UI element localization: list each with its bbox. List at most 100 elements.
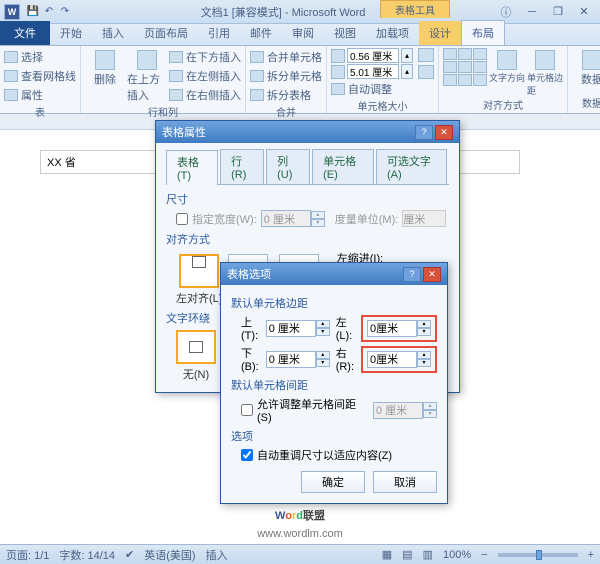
distribute-cols-icon[interactable] bbox=[418, 65, 434, 79]
group-label-merge: 合并 bbox=[250, 104, 322, 120]
options-label: 选项 bbox=[231, 428, 437, 444]
close-icon[interactable]: ✕ bbox=[572, 5, 596, 19]
save-icon[interactable]: 💾 bbox=[26, 5, 40, 19]
dialog-titlebar[interactable]: 表格选项 ? ✕ bbox=[221, 263, 447, 285]
right-input[interactable] bbox=[367, 351, 417, 368]
align-label: 对齐方式 bbox=[166, 231, 449, 247]
measure-label: 度量单位(M): bbox=[335, 211, 399, 227]
merge-cells-button[interactable]: 合并单元格 bbox=[250, 48, 322, 66]
view-web-icon[interactable]: ▥ bbox=[423, 548, 433, 561]
window-controls: ⓘ ─ ❐ ✕ bbox=[494, 5, 596, 19]
ribbon-group-data: 数据 数据 bbox=[568, 46, 600, 113]
margins-grid: 上(T): ▴▾ 左(L): ▴▾ 下(B): ▴▾ 右(R): ▴▾ bbox=[241, 314, 437, 373]
zoom-slider[interactable] bbox=[498, 553, 578, 557]
watermark: Word联盟 www.wordlm.com bbox=[0, 506, 600, 542]
bottom-input[interactable] bbox=[266, 351, 316, 368]
insert-below-button[interactable]: 在下方插入 bbox=[169, 48, 241, 66]
row-height-field[interactable]: ▴ bbox=[331, 48, 413, 63]
wrap-none-option[interactable]: 无(N) bbox=[176, 330, 216, 382]
delete-button[interactable]: 删除 bbox=[85, 48, 125, 87]
width-icon bbox=[331, 65, 345, 79]
tab-references[interactable]: 引用 bbox=[198, 21, 240, 45]
top-input[interactable] bbox=[266, 320, 316, 337]
tab-home[interactable]: 开始 bbox=[50, 21, 92, 45]
split-table-button[interactable]: 拆分表格 bbox=[250, 86, 322, 104]
zoom-out-icon[interactable]: − bbox=[481, 549, 487, 561]
ribbon-help-icon[interactable]: ⓘ bbox=[494, 5, 518, 19]
align-grid[interactable] bbox=[443, 48, 487, 86]
align-tl-icon[interactable] bbox=[443, 48, 457, 60]
file-tab[interactable]: 文件 bbox=[0, 21, 50, 45]
view-read-icon[interactable]: ▤ bbox=[402, 548, 412, 561]
language-status[interactable]: 英语(美国) bbox=[144, 547, 195, 563]
autoresize-checkbox[interactable] bbox=[241, 449, 253, 461]
tab-insert[interactable]: 插入 bbox=[92, 21, 134, 45]
help-icon[interactable]: ? bbox=[415, 125, 433, 140]
properties-button[interactable]: 属性 bbox=[4, 86, 76, 104]
tab-alttext[interactable]: 可选文字(A) bbox=[376, 149, 447, 184]
cancel-button[interactable]: 取消 bbox=[373, 471, 437, 493]
pref-width-row: 指定宽度(W): ▴▾ 度量单位(M): bbox=[176, 210, 449, 227]
col-width-field[interactable]: ▴ bbox=[331, 64, 413, 79]
close-icon[interactable]: ✕ bbox=[423, 267, 441, 282]
zoom-in-icon[interactable]: + bbox=[588, 549, 594, 561]
ribbon-group-cellsize: ▴ ▴ 自动调整 单元格大小 bbox=[327, 46, 439, 113]
tab-col[interactable]: 列(U) bbox=[266, 149, 310, 184]
group-label-align: 对齐方式 bbox=[443, 97, 563, 113]
merge-icon bbox=[250, 51, 264, 63]
group-label-table: 表 bbox=[4, 104, 76, 120]
margins-icon bbox=[535, 50, 555, 70]
split-cells-button[interactable]: 拆分单元格 bbox=[250, 67, 322, 85]
help-icon[interactable]: ? bbox=[403, 267, 421, 282]
spinner-icon[interactable]: ▴ bbox=[401, 48, 413, 63]
close-icon[interactable]: ✕ bbox=[435, 125, 453, 140]
left-input[interactable] bbox=[367, 320, 417, 337]
view-print-icon[interactable]: ▦ bbox=[382, 548, 392, 561]
insert-right-button[interactable]: 在右侧插入 bbox=[169, 86, 241, 104]
restore-icon[interactable]: ❐ bbox=[546, 5, 570, 19]
insert-left-button[interactable]: 在左侧插入 bbox=[169, 67, 241, 85]
view-gridlines-button[interactable]: 查看网格线 bbox=[4, 67, 76, 85]
ok-button[interactable]: 确定 bbox=[301, 471, 365, 493]
data-button[interactable]: 数据 bbox=[572, 48, 600, 87]
ribbon-tabs: 文件 开始 插入 页面布局 引用 邮件 审阅 视图 加载项 设计 布局 bbox=[0, 24, 600, 46]
tab-table[interactable]: 表格(T) bbox=[166, 150, 218, 185]
tab-layout[interactable]: 布局 bbox=[461, 20, 505, 45]
select-button[interactable]: 选择 bbox=[4, 48, 76, 66]
table-options-dialog: 表格选项 ? ✕ 默认单元格边距 上(T): ▴▾ 左(L): ▴▾ 下(B):… bbox=[220, 262, 448, 504]
tab-addins[interactable]: 加载项 bbox=[366, 21, 419, 45]
text-direction-button[interactable]: 文字方向 bbox=[489, 48, 525, 84]
minimize-icon[interactable]: ─ bbox=[520, 5, 544, 19]
zoom-level[interactable]: 100% bbox=[443, 549, 471, 561]
insert-above-button[interactable]: 在上方插入 bbox=[127, 48, 167, 103]
undo-icon[interactable]: ↶ bbox=[42, 5, 56, 19]
tab-mailings[interactable]: 邮件 bbox=[240, 21, 282, 45]
tab-design[interactable]: 设计 bbox=[419, 21, 461, 45]
tab-row[interactable]: 行(R) bbox=[220, 149, 264, 184]
cell-margins-button[interactable]: 单元格边距 bbox=[527, 48, 563, 97]
autofit-button[interactable]: 自动调整 bbox=[331, 80, 413, 98]
ribbon-group-table: 选择 查看网格线 属性 表 bbox=[0, 46, 81, 113]
grid-icon bbox=[4, 70, 18, 82]
tab-view[interactable]: 视图 bbox=[324, 21, 366, 45]
dialog-titlebar[interactable]: 表格属性 ? ✕ bbox=[156, 121, 459, 143]
tab-review[interactable]: 审阅 bbox=[282, 21, 324, 45]
tab-cell[interactable]: 单元格(E) bbox=[312, 149, 374, 184]
redo-icon[interactable]: ↷ bbox=[58, 5, 72, 19]
distribute-rows-icon[interactable] bbox=[418, 48, 434, 62]
zoom-thumb[interactable] bbox=[536, 550, 542, 560]
align-left-option[interactable]: 左对齐(L) bbox=[176, 254, 222, 306]
proofing-icon[interactable]: ✔ bbox=[125, 548, 134, 561]
tab-pagelayout[interactable]: 页面布局 bbox=[134, 21, 198, 45]
data-icon bbox=[582, 50, 600, 70]
bottom-label: 下(B): bbox=[241, 345, 260, 373]
page-status[interactable]: 页面: 1/1 bbox=[6, 547, 49, 563]
dialog-title: 表格选项 bbox=[227, 266, 403, 282]
word-count[interactable]: 字数: 14/14 bbox=[59, 547, 115, 563]
pref-width-checkbox[interactable] bbox=[176, 213, 188, 225]
allow-spacing-checkbox[interactable] bbox=[241, 404, 253, 416]
insert-mode[interactable]: 插入 bbox=[206, 547, 228, 563]
app-icon: W bbox=[4, 4, 20, 20]
spinner-icon[interactable]: ▴ bbox=[401, 64, 413, 79]
dialog-buttons: 确定 取消 bbox=[231, 471, 437, 493]
